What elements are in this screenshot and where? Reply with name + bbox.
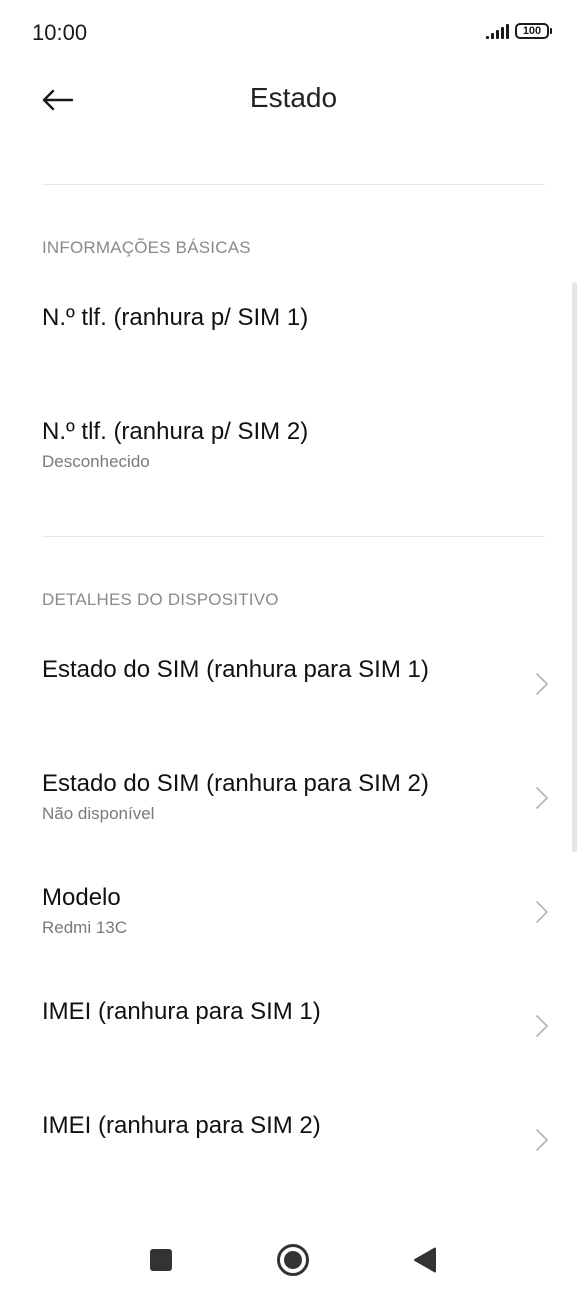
back-nav-button[interactable] bbox=[405, 1240, 445, 1280]
battery-icon: 100 bbox=[515, 23, 552, 39]
item-subtitle: Não disponível bbox=[42, 804, 155, 823]
list-item-phone-sim2[interactable]: N.º tlf. (ranhura p/ SIM 2) Desconhecido bbox=[0, 404, 587, 494]
signal-bars-icon bbox=[486, 23, 509, 39]
list-item-imei-sim2[interactable]: IMEI (ranhura para SIM 2) bbox=[0, 1098, 587, 1188]
item-title: Estado do SIM (ranhura para SIM 2) bbox=[42, 770, 429, 797]
status-time: 10:00 bbox=[32, 20, 88, 45]
status-icons: 100 bbox=[486, 23, 552, 39]
item-subtitle: Redmi 13C bbox=[42, 918, 128, 937]
item-title: N.º tlf. (ranhura p/ SIM 1) bbox=[42, 304, 309, 331]
section-header-device-details: DETALHES DO DISPOSITIVO bbox=[42, 590, 279, 609]
list-item-sim2-status[interactable]: Estado do SIM (ranhura para SIM 2) Não d… bbox=[0, 756, 587, 846]
item-subtitle: Desconhecido bbox=[42, 452, 150, 471]
item-title: IMEI (ranhura para SIM 2) bbox=[42, 1112, 321, 1139]
item-title: N.º tlf. (ranhura p/ SIM 2) bbox=[42, 418, 309, 445]
circle-home-icon bbox=[277, 1244, 309, 1276]
square-icon bbox=[150, 1249, 172, 1271]
list-item-phone-sim1[interactable]: N.º tlf. (ranhura p/ SIM 1) bbox=[0, 290, 587, 370]
page-title: Estado bbox=[249, 82, 338, 113]
chevron-right-icon bbox=[536, 1129, 548, 1151]
item-title: Estado do SIM (ranhura para SIM 1) bbox=[42, 656, 429, 683]
app-header: Estado bbox=[0, 70, 587, 130]
navigation-bar bbox=[0, 1240, 587, 1280]
chevron-right-icon bbox=[536, 673, 548, 695]
divider bbox=[42, 536, 545, 537]
chevron-right-icon bbox=[536, 901, 548, 923]
list-item-imei-sim1[interactable]: IMEI (ranhura para SIM 1) bbox=[0, 984, 587, 1074]
item-title: Modelo bbox=[42, 884, 121, 911]
section-header-basic-info: INFORMAÇÕES BÁSICAS bbox=[42, 238, 251, 257]
chevron-right-icon bbox=[536, 787, 548, 809]
status-bar: 10:00 100 bbox=[0, 0, 587, 64]
list-item-sim1-status[interactable]: Estado do SIM (ranhura para SIM 1) bbox=[0, 642, 587, 728]
battery-level: 100 bbox=[522, 25, 542, 37]
divider bbox=[42, 184, 545, 185]
scrollbar[interactable] bbox=[572, 282, 577, 852]
triangle-back-icon bbox=[414, 1247, 436, 1273]
chevron-right-icon bbox=[536, 1015, 548, 1037]
recents-button[interactable] bbox=[141, 1240, 181, 1280]
item-title: IMEI (ranhura para SIM 1) bbox=[42, 998, 321, 1025]
list-item-model[interactable]: Modelo Redmi 13C bbox=[0, 870, 587, 960]
home-button[interactable] bbox=[273, 1240, 313, 1280]
